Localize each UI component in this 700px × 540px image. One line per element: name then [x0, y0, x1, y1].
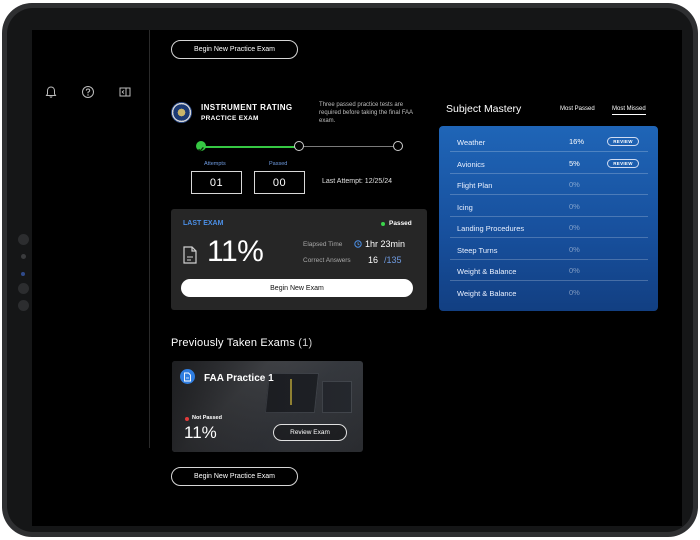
begin-new-practice-exam-button-top[interactable]: Begin New Practice Exam — [171, 40, 298, 59]
tablet-frame: Begin New Practice Exam INSTRUMENT RATIN… — [2, 3, 698, 537]
subject-name: Weight & Balance — [457, 267, 517, 276]
filter-most-missed[interactable]: Most Missed — [612, 106, 646, 115]
elapsed-time-value: 1hr 23min — [365, 239, 406, 249]
begin-new-exam-button[interactable]: Begin New Exam — [181, 279, 413, 297]
begin-new-practice-exam-button-bottom[interactable]: Begin New Practice Exam — [171, 467, 298, 486]
exam-requirement-note: Three passed practice tests are required… — [319, 102, 413, 124]
exam-title: INSTRUMENT RATING — [201, 103, 293, 112]
subject-row: Weather 16% REVIEW — [450, 131, 648, 152]
tablet-button — [18, 283, 29, 294]
subject-percent: 0% — [569, 287, 580, 297]
correct-answers-label: Correct Answers — [303, 257, 351, 264]
bell-icon[interactable] — [44, 85, 58, 99]
subject-name: Icing — [457, 202, 473, 212]
tablet-bezel: Begin New Practice Exam INSTRUMENT RATIN… — [7, 8, 693, 532]
passed-label: Passed — [269, 161, 288, 167]
previous-exam-title: FAA Practice 1 — [204, 373, 274, 384]
subject-percent: 16% — [569, 137, 585, 146]
subject-row: Weight & Balance 0% — [450, 282, 648, 303]
subject-name: Weight & Balance — [457, 288, 517, 298]
total-questions-value: /135 — [384, 255, 402, 265]
subject-name: Landing Procedures — [457, 224, 525, 233]
tablet-button — [18, 300, 29, 311]
subject-row: Icing 0% — [450, 196, 648, 217]
subject-percent: 0% — [569, 180, 580, 189]
subject-percent: 0% — [569, 244, 580, 254]
subject-mastery-panel: Weather 16% REVIEW Avionics 5% REVIEW Fl… — [439, 126, 658, 311]
subject-mastery-title: Subject Mastery — [446, 103, 522, 115]
subject-percent: 0% — [569, 201, 580, 211]
exam-subtitle: PRACTICE EXAM — [201, 115, 259, 122]
subject-percent: 0% — [569, 223, 580, 232]
previous-exam-score: 11% — [184, 423, 217, 442]
subject-percent: 5% — [569, 158, 580, 168]
subject-row: Landing Procedures 0% — [450, 217, 648, 238]
review-subject-button[interactable]: REVIEW — [607, 158, 639, 168]
panel-toggle-icon[interactable] — [118, 85, 132, 99]
previous-exam-card[interactable]: FAA Practice 1 Not Passed 11% Review Exa… — [172, 361, 363, 452]
subject-row: Weight & Balance 0% — [450, 260, 648, 281]
previous-exams-title: Previously Taken Exams (1) — [171, 337, 312, 349]
subject-percent: 0% — [569, 266, 580, 275]
tablet-button — [18, 234, 29, 245]
subject-row: Flight Plan 0% — [450, 174, 648, 195]
previous-exam-status: Not Passed — [192, 415, 222, 421]
tablet-indicator — [21, 272, 25, 276]
subject-name: Avionics — [457, 159, 485, 169]
last-exam-status: Passed — [389, 220, 412, 227]
passed-count: 00 — [254, 171, 305, 194]
correct-answers-value: 16 — [368, 255, 379, 265]
app-screen: Begin New Practice Exam INSTRUMENT RATIN… — [32, 30, 682, 526]
sidebar — [32, 30, 150, 448]
previous-exams-count: (1) — [298, 337, 313, 349]
progress-line-complete — [201, 146, 295, 148]
tablet-sensor — [21, 254, 26, 259]
progress-line-pending — [299, 146, 393, 147]
last-exam-label: LAST EXAM — [183, 220, 224, 227]
attempts-label: Attempts — [204, 161, 226, 167]
review-subject-button[interactable]: REVIEW — [607, 137, 639, 146]
subject-row: Steep Turns 0% — [450, 239, 648, 260]
last-exam-score: 11% — [207, 235, 264, 268]
last-attempt-date: Last Attempt: 12/25/24 — [322, 178, 393, 185]
exam-document-icon — [183, 246, 197, 264]
status-dot-icon — [185, 417, 189, 421]
previous-exams-heading: Previously Taken Exams — [171, 337, 296, 349]
attempts-count: 01 — [191, 171, 242, 194]
help-icon[interactable] — [81, 85, 95, 99]
exam-document-icon — [180, 369, 195, 384]
review-exam-button[interactable]: Review Exam — [273, 424, 347, 441]
elapsed-time-label: Elapsed Time — [303, 241, 343, 248]
progress-step-icon — [393, 141, 403, 151]
filter-most-passed[interactable]: Most Passed — [560, 106, 595, 112]
last-exam-card: LAST EXAM Passed 11% Elapsed Time 1hr 23… — [171, 209, 427, 310]
status-dot-icon — [381, 222, 385, 226]
faa-seal-icon — [171, 102, 192, 123]
subject-row: Avionics 5% REVIEW — [450, 153, 648, 174]
subject-name: Steep Turns — [457, 245, 498, 255]
progress-step-complete-icon — [196, 141, 206, 152]
clock-icon — [354, 240, 362, 248]
progress-step-icon — [294, 141, 304, 151]
subject-name: Weather — [457, 138, 486, 147]
subject-name: Flight Plan — [457, 181, 493, 190]
